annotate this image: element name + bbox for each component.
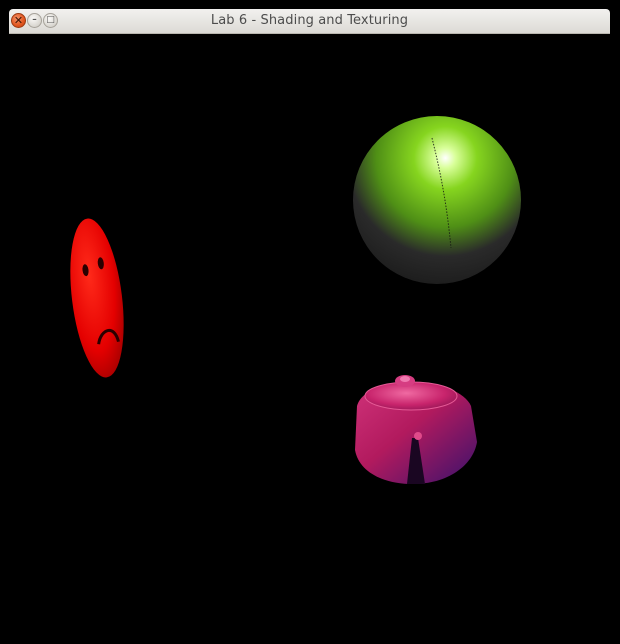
scene-render — [70, 116, 521, 484]
window-title: Lab 6 - Shading and Texturing — [210, 13, 409, 28]
opengl-canvas[interactable] — [9, 34, 610, 644]
application-window: ✕ – □ Lab 6 - Shading and Texturing — [0, 0, 620, 644]
sad-face-disc — [70, 218, 124, 378]
title-bar[interactable]: ✕ – □ Lab 6 - Shading and Texturing — [9, 9, 610, 34]
green-sphere — [353, 116, 521, 284]
teapot — [355, 375, 477, 484]
